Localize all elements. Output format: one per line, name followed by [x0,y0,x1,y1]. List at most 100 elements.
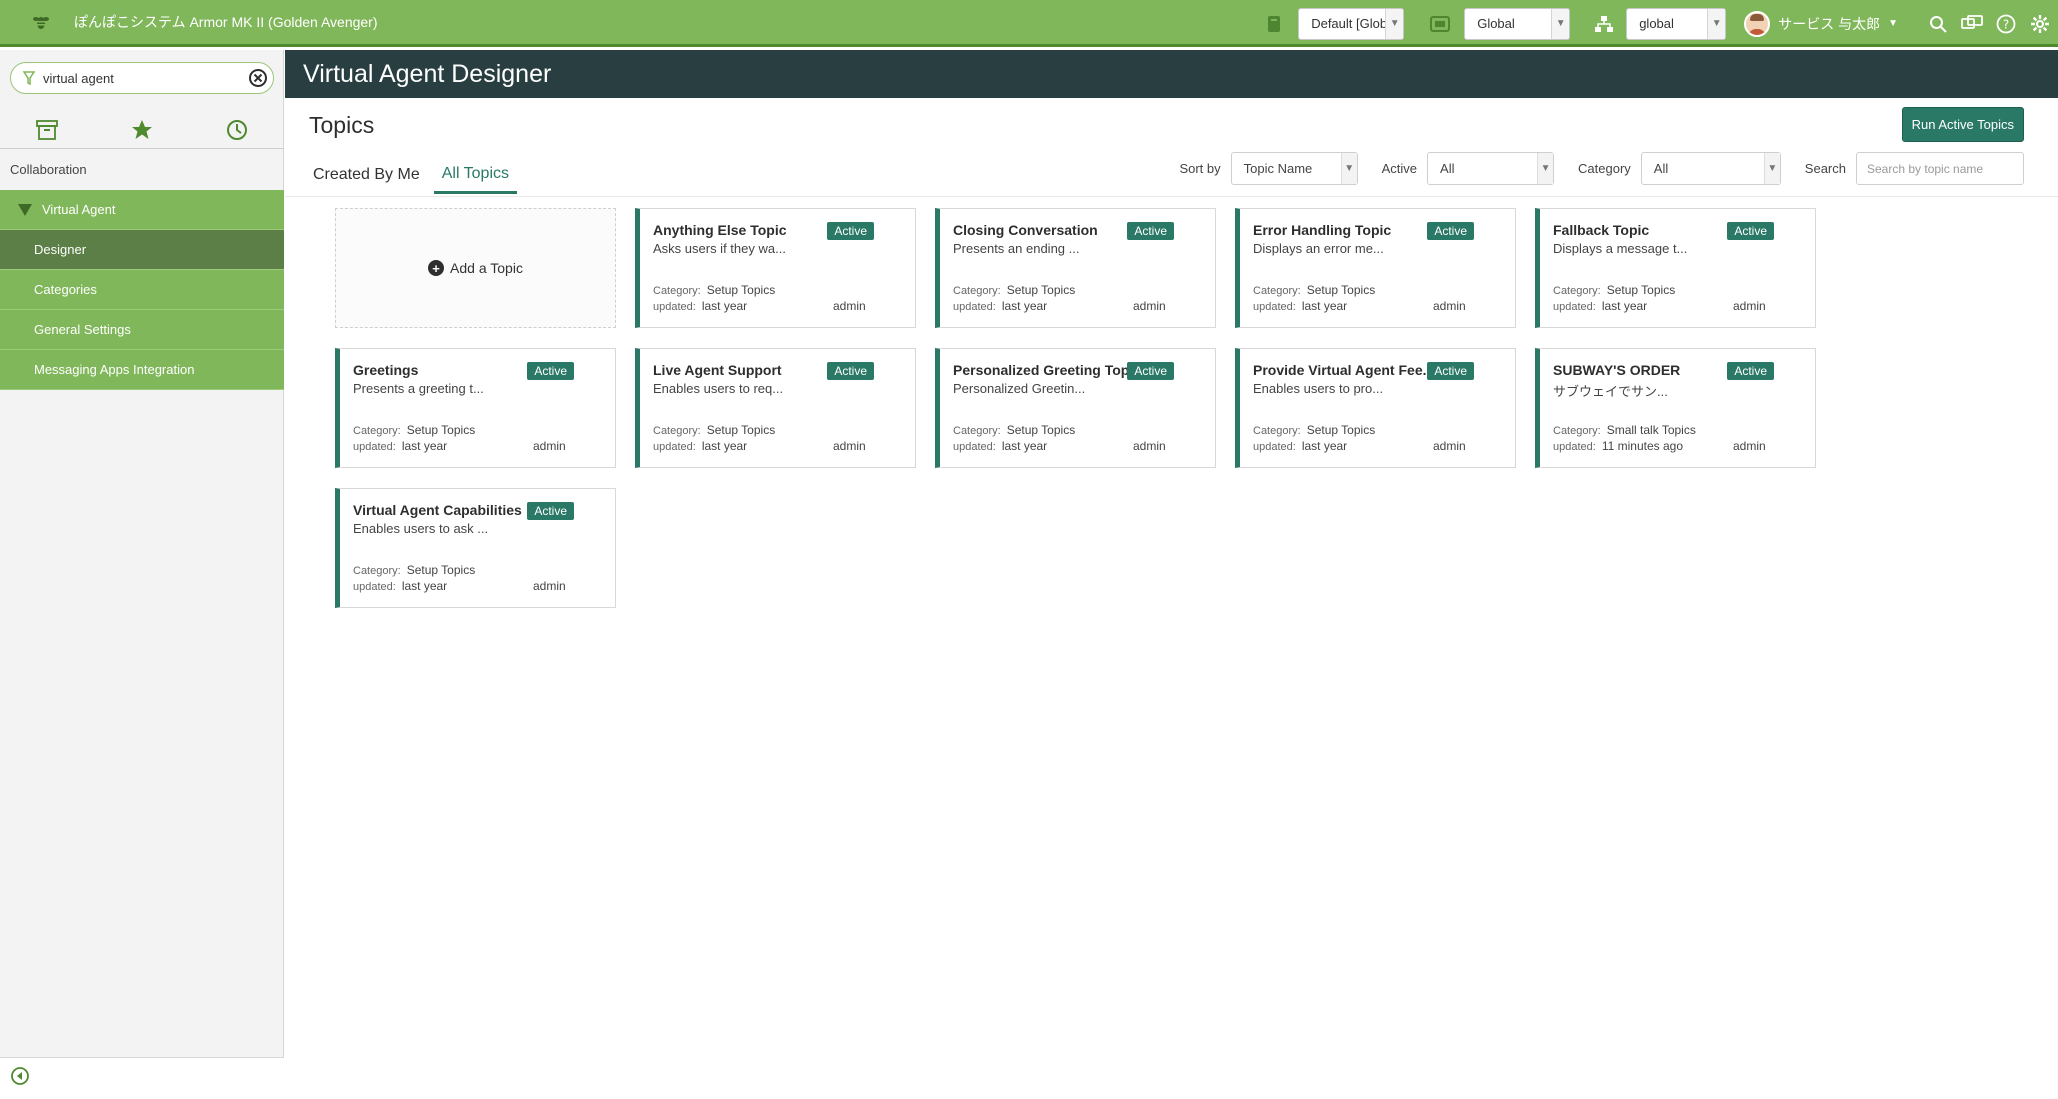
domain-tree-icon[interactable] [1592,12,1616,36]
module-label: General Settings [34,322,131,337]
history-clock-icon[interactable] [217,113,257,147]
topic-card[interactable]: Closing Conversation Active Presents an … [935,208,1216,328]
run-active-topics-button[interactable]: Run Active Topics [1901,107,2024,142]
category-key: Category: [653,285,701,297]
user-name: サービス 与太郎 [1778,15,1881,32]
module-label: Designer [34,242,87,257]
help-icon[interactable]: ? [1994,12,2018,36]
module-label: Categories [34,282,97,297]
topic-updated: last year [1001,299,1048,313]
topic-search-input[interactable] [1856,152,2024,185]
topic-title: Error Handling Topic [1253,222,1392,238]
svg-text:?: ? [2003,17,2009,31]
collapse-navigator-icon[interactable] [10,1066,30,1091]
module-messaging-apps-integration[interactable]: Messaging Apps Integration [0,350,284,390]
topic-card[interactable]: Personalized Greeting Topic Active Perso… [935,348,1216,468]
topic-updated: last year [1301,299,1348,313]
avatar [1744,10,1771,37]
topic-category: Setup Topics [1606,283,1676,297]
topic-title: Closing Conversation [953,222,1098,238]
caret-down-icon: ▼ [1888,18,1898,29]
category-key: Category: [353,425,401,437]
category-key: Category: [1553,425,1601,437]
topic-updated: last year [701,439,748,453]
category-key: Category: [1553,285,1601,297]
gear-icon[interactable] [2028,12,2052,36]
topic-card[interactable]: Anything Else Topic Active Asks users if… [635,208,916,328]
module-virtual-agent[interactable]: Virtual Agent [0,190,284,230]
updated-key: updated: [353,441,396,453]
topic-category: Small talk Topics [1606,423,1696,437]
navigator-footer [0,1057,284,1099]
topic-author: admin [1133,299,1166,313]
application-navigator: Collaboration Virtual Agent Designer Cat… [0,50,284,1099]
topic-description: Asks users if they wa... [653,241,786,256]
topic-author: admin [533,579,566,593]
all-apps-icon[interactable] [27,113,67,147]
add-topic-label: Add a Topic [450,260,523,276]
topic-title: Greetings [353,362,419,378]
add-topic-card[interactable]: + Add a Topic [335,208,616,328]
topic-controls: Sort by Topic Name ▼ Active All ▼ Catego… [1179,152,2024,185]
sort-select[interactable]: Topic Name ▼ [1230,152,1358,185]
application-select[interactable]: Global ▼ [1464,7,1571,40]
topic-updated: last year [1001,439,1048,453]
topic-title: Provide Virtual Agent Fee... [1253,362,1435,378]
domain-select[interactable]: global ▼ [1626,7,1727,40]
search-icon[interactable] [1926,12,1950,36]
clear-filter-icon[interactable] [247,67,269,89]
tab-created-by-me[interactable]: Created By Me [305,156,428,194]
topic-card[interactable]: Greetings Active Presents a greeting t..… [335,348,616,468]
tab-all-topics[interactable]: All Topics [433,156,518,194]
topic-card[interactable]: Error Handling Topic Active Displays an … [1235,208,1516,328]
update-set-icon[interactable] [1262,12,1286,36]
topic-description: Enables users to pro... [1253,381,1384,396]
category-select[interactable]: All ▼ [1640,152,1781,185]
application-picker-icon[interactable] [1428,12,1452,36]
topic-card[interactable]: Virtual Agent Capabilities Active Enable… [335,488,616,608]
bee-logo-icon[interactable] [26,7,56,37]
navigator-filter [10,62,274,94]
update-set-select[interactable]: Default [Glob ▼ [1298,7,1405,40]
module-categories[interactable]: Categories [0,270,284,310]
status-badge: Active [1127,362,1174,380]
divider [285,196,2058,197]
category-key: Category: [1253,285,1301,297]
updated-key: updated: [953,301,996,313]
navigator-filter-input[interactable] [43,70,247,86]
chevron-down-icon: ▼ [1385,8,1404,39]
topic-updated: last year [401,579,448,593]
app-group-label[interactable]: Collaboration [10,162,87,177]
topic-category: Setup Topics [406,423,476,437]
status-badge: Active [1427,362,1474,380]
module-general-settings[interactable]: General Settings [0,310,284,350]
topic-card[interactable]: Provide Virtual Agent Fee... Active Enab… [1235,348,1516,468]
status-badge: Active [827,362,874,380]
category-key: Category: [953,285,1001,297]
topic-category: Setup Topics [1006,423,1076,437]
active-select[interactable]: All ▼ [1427,152,1555,185]
topic-title: Virtual Agent Capabilities [353,502,522,518]
topic-card[interactable]: Live Agent Support Active Enables users … [635,348,916,468]
active-label: Active [1381,161,1418,176]
add-circle-icon: + [428,260,445,276]
status-badge: Active [527,362,574,380]
module-designer[interactable]: Designer [0,230,284,270]
topic-card[interactable]: Fallback Topic Active Displays a message… [1535,208,1816,328]
connect-chat-icon[interactable] [1960,12,1984,36]
divider [0,148,284,149]
topic-updated: last year [701,299,748,313]
topic-card[interactable]: SUBWAY'S ORDER Active サブウェイでサン... Catego… [1535,348,1816,468]
topic-category: Setup Topics [706,283,776,297]
expand-triangle-icon [18,203,32,216]
favorites-star-icon[interactable] [122,113,162,147]
user-menu[interactable]: サービス 与太郎 ▼ [1744,10,1898,37]
topic-description: Enables users to ask ... [353,521,489,536]
domain-value: global [1639,16,1674,31]
topic-title: Live Agent Support [653,362,782,378]
category-label: Category [1578,161,1631,176]
category-key: Category: [1253,425,1301,437]
module-label: Messaging Apps Integration [34,362,195,377]
topic-author: admin [1733,439,1766,453]
chevron-down-icon: ▼ [1551,8,1570,39]
